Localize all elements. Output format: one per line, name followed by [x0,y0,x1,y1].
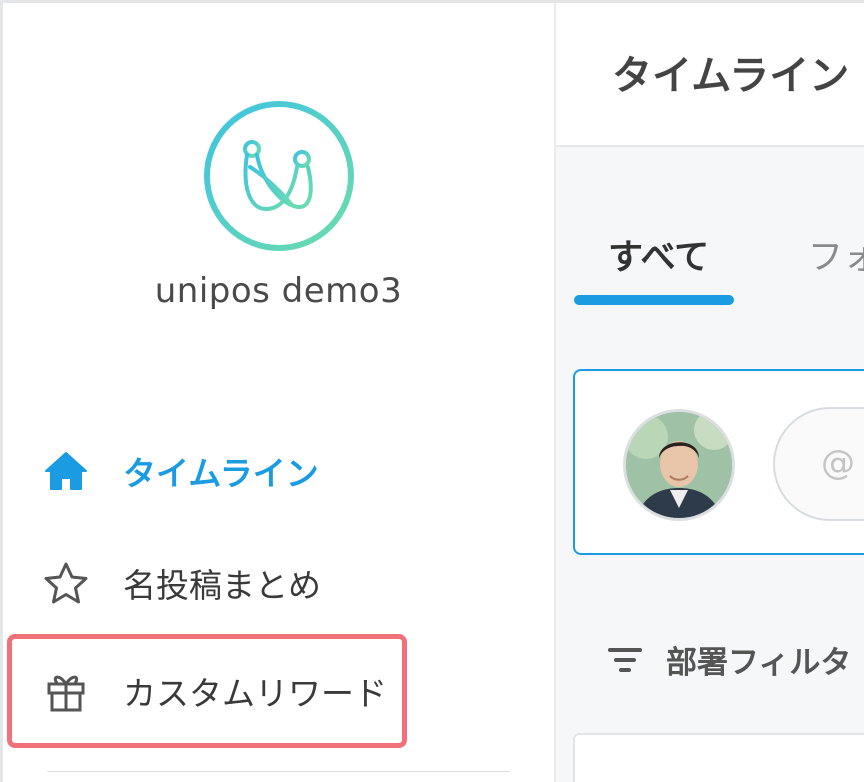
unipos-logo-icon [204,101,354,251]
organization-name: unipos demo3 [154,271,403,311]
sidebar-item-timeline[interactable]: タイムライン [43,441,319,501]
active-tab-indicator [574,295,734,305]
sidebar: unipos demo3 タイムライン 名投稿まとめ カスタムリワード [3,3,556,782]
department-filter[interactable]: 部署フィルタ ( [608,637,864,682]
post-composer: @ [573,369,864,555]
filter-label: 部署フィルタ [666,645,852,681]
avatar [623,409,735,521]
app-window: unipos demo3 タイムライン 名投稿まとめ カスタムリワード タイムラ… [3,3,864,782]
main-header: タイムライン [556,3,864,147]
page-title: タイムライン [612,53,850,99]
sidebar-divider [47,771,510,772]
star-icon [43,560,89,606]
tab-all[interactable]: すべて [608,229,709,280]
tab-follow[interactable]: フォ [808,229,864,280]
filter-icon [608,647,642,672]
post-input-placeholder: @ [821,443,855,483]
timeline-card [573,733,864,782]
post-input[interactable]: @ [773,407,864,521]
sidebar-item-collection[interactable]: 名投稿まとめ [43,553,321,613]
sidebar-item-label: タイムライン [123,454,319,493]
home-icon [43,448,89,494]
highlight-frame [7,634,407,748]
main-content: タイムライン すべて フォ @ 部署フィルタ [556,3,864,782]
sidebar-item-label: 名投稿まとめ [123,566,321,605]
